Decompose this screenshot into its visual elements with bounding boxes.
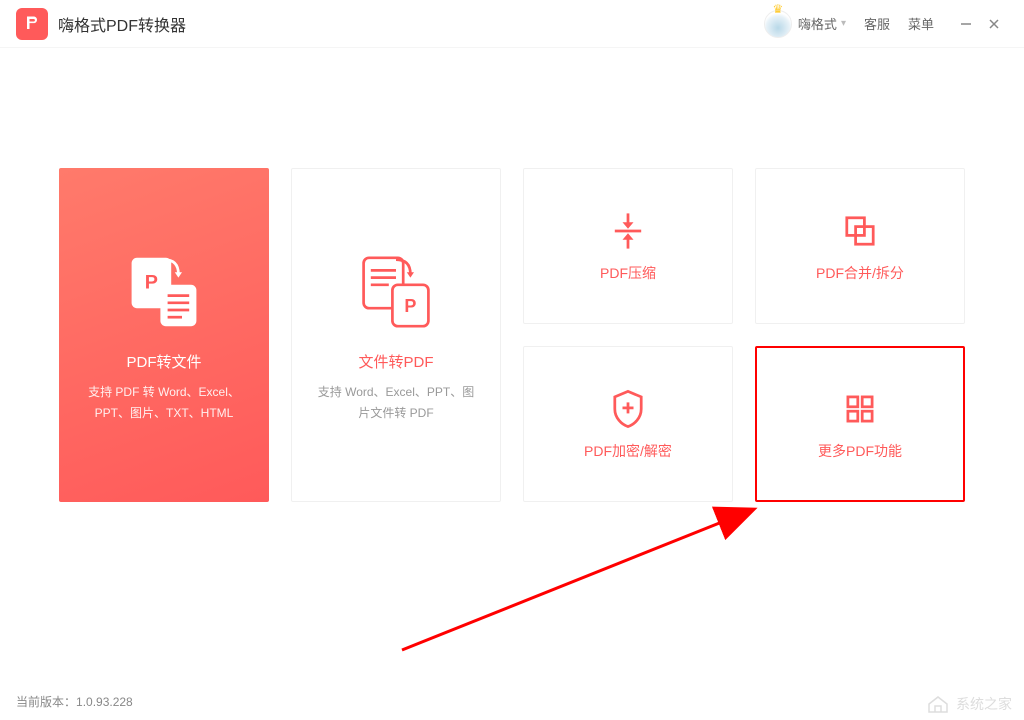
grid-icon [838,387,882,431]
card-title: 更多PDF功能 [818,441,902,461]
card-pdf-to-file[interactable]: P PDF转文件 支持 PDF 转 Word、Excel、PPT、图片、TXT、… [59,168,269,502]
app-title: 嗨格式PDF转换器 [58,12,186,36]
house-icon [926,694,950,714]
version-value: 1.0.93.228 [76,695,133,709]
menu-link[interactable]: 菜单 [908,14,934,33]
card-subtitle: 支持 Word、Excel、PPT、图片文件转 PDF [292,382,500,423]
card-title: PDF压缩 [600,263,656,283]
card-title: 文件转PDF [358,351,433,372]
card-pdf-encrypt[interactable]: PDF加密/解密 [523,346,733,502]
card-title: PDF转文件 [126,351,201,372]
titlebar: 嗨格式PDF转换器 ♛ 嗨格式 ▾ 客服 菜单 [0,0,1024,48]
user-avatar[interactable]: ♛ [764,10,792,38]
card-subtitle: 支持 PDF 转 Word、Excel、PPT、图片、TXT、HTML [59,382,269,423]
card-more-features[interactable]: 更多PDF功能 [755,346,965,502]
user-name[interactable]: 嗨格式 [798,14,837,33]
file-to-pdf-icon: P [351,247,441,337]
main-grid: P PDF转文件 支持 PDF 转 Word、Excel、PPT、图片、TXT、… [0,48,1024,502]
merge-split-icon [838,209,882,253]
app-logo-icon [16,8,48,40]
crown-icon: ♛ [773,2,784,16]
version-footer: 当前版本：1.0.93.228 [16,693,133,710]
support-link[interactable]: 客服 [864,14,890,33]
shield-icon [606,387,650,431]
version-label: 当前版本： [16,695,76,709]
minimize-button[interactable] [952,10,980,38]
card-title: PDF合并/拆分 [816,263,904,283]
svg-text:P: P [404,296,416,316]
card-pdf-compress[interactable]: PDF压缩 [523,168,733,324]
card-file-to-pdf[interactable]: P 文件转PDF 支持 Word、Excel、PPT、图片文件转 PDF [291,168,501,502]
compress-icon [606,209,650,253]
svg-text:P: P [145,272,158,294]
close-button[interactable] [980,10,1008,38]
pdf-to-file-icon: P [119,247,209,337]
chevron-down-icon[interactable]: ▾ [841,18,846,29]
watermark: 系统之家 [926,694,1012,714]
watermark-text: 系统之家 [956,694,1012,714]
card-title: PDF加密/解密 [584,441,672,461]
card-pdf-merge-split[interactable]: PDF合并/拆分 [755,168,965,324]
